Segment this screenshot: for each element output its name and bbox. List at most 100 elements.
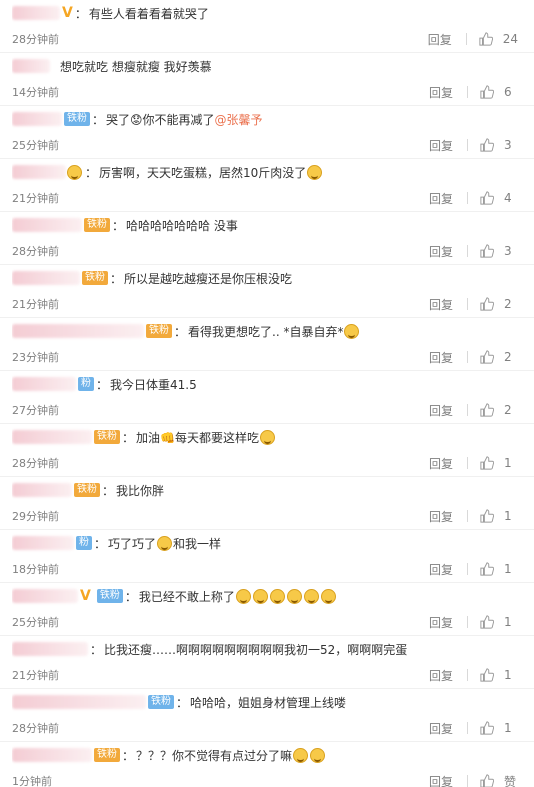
like-button[interactable]: 3 [480,138,518,152]
reply-button[interactable]: 回复 [429,773,453,787]
divider [465,33,467,45]
reply-button[interactable]: 回复 [429,720,453,737]
comment-text-tail: 和我一样 [173,536,222,551]
like-button[interactable]: 1 [480,668,518,682]
username[interactable]: 铁粉 [12,482,100,498]
username[interactable]: 铁粉 [12,694,174,710]
like-count: 1 [504,456,512,470]
comment-time: 23分钟前 [12,351,59,364]
comment-item: 粉 ： 巧了巧了 和我一样 18分钟前 回复 1 [0,530,534,583]
like-count: 2 [504,403,512,417]
like-count: 赞 [504,774,517,787]
comment-item: V 铁粉 ： 我已经不敢上称了 25分钟前 回复 1 [0,583,534,636]
like-button[interactable]: 2 [480,350,518,364]
username[interactable]: 铁粉 [12,429,120,445]
reply-button[interactable]: 回复 [429,84,453,101]
divider [467,775,468,787]
divider [467,669,468,681]
comment-text: 有些人看着看着就哭了 [88,6,209,21]
reply-button[interactable]: 回复 [429,561,453,578]
fan-badge: 铁粉 [82,271,108,285]
username[interactable] [12,641,88,657]
reply-button[interactable]: 回复 [429,614,453,631]
comment-time: 28分钟前 [12,33,59,46]
reply-button[interactable]: 回复 [429,349,453,366]
divider [467,139,468,151]
fan-badge: 粉 [78,377,94,391]
divider [467,192,468,204]
like-button[interactable]: 赞 [480,773,518,787]
reply-button[interactable]: 回复 [429,243,453,260]
comment-text: 所以是越吃越瘦还是你压根没吃 [124,271,293,286]
comment-time: 28分钟前 [12,457,59,470]
comment-time: 25分钟前 [12,139,59,152]
like-button[interactable]: 4 [480,191,518,205]
fan-badge: 铁粉 [64,112,90,126]
like-count: 1 [504,562,512,576]
reply-button[interactable]: 回复 [429,455,453,472]
comment-item: 铁粉 ： ？？？你不觉得有点过分了嘛 1分钟前 回复 赞 [0,742,534,787]
reply-button[interactable]: 回复 [429,402,453,419]
reply-button[interactable]: 回复 [429,667,453,684]
thumbs-up-icon [480,191,494,205]
username[interactable] [12,58,50,74]
thumbs-up-icon [480,509,494,523]
reply-button[interactable]: 回复 [429,137,453,154]
username[interactable] [12,164,83,180]
fan-badge: 铁粉 [74,483,100,497]
username[interactable]: 粉 [12,535,92,551]
username[interactable]: 铁粉 [12,323,172,339]
mention-link[interactable]: @张馨予 [215,111,263,128]
like-button[interactable]: 1 [480,721,518,735]
divider [467,616,468,628]
like-button[interactable]: 2 [480,403,518,417]
laugh-cry-emoji-icon [307,164,323,180]
comment-body: V ： 有些人看着看着就哭了 [12,0,534,26]
like-count: 24 [502,32,518,46]
reply-button[interactable]: 回复 [429,508,453,525]
like-button[interactable]: 1 [480,562,518,576]
like-button[interactable]: 24 [479,32,518,46]
divider [467,245,468,257]
fan-badge: 铁粉 [148,695,174,709]
like-count: 1 [504,615,512,629]
divider [467,298,468,310]
like-button[interactable]: 1 [480,509,518,523]
like-count: 6 [504,85,512,99]
reply-button[interactable]: 回复 [429,296,453,313]
thumbs-up-icon [480,774,494,787]
like-button[interactable]: 6 [480,85,518,99]
like-button[interactable]: 1 [480,615,518,629]
reply-button[interactable]: 回复 [428,31,452,48]
thumbs-up-icon [480,350,494,364]
username[interactable]: 铁粉 [12,270,108,286]
comment-item: V ： 有些人看着看着就哭了 28分钟前 回复 24 [0,0,534,53]
comment-time: 21分钟前 [12,298,59,311]
username[interactable]: 粉 [12,376,94,392]
like-count: 1 [504,721,512,735]
comment-item: 铁粉 ： 哭了😟你不能再减了 @张馨予 25分钟前 回复 3 [0,106,534,159]
comment-item: 铁粉 ： 所以是越吃越瘦还是你压根没吃 21分钟前 回复 2 [0,265,534,318]
comment-text: 哈哈哈，姐姐身材管理上线喽 [190,695,347,710]
username[interactable]: 铁粉 [12,747,120,763]
username[interactable]: 铁粉 [12,217,110,233]
glasses-face-emoji-icon [310,747,326,763]
username[interactable]: 铁粉 [12,111,90,127]
laughing-emoji-icon [157,535,173,551]
like-button[interactable]: 1 [480,456,518,470]
like-count: 1 [504,668,512,682]
divider [467,404,468,416]
thumbs-up-icon [480,456,494,470]
like-button[interactable]: 3 [480,244,518,258]
username[interactable]: V [12,5,73,21]
comment-text: 加油👊每天都要这样吃 [136,430,259,445]
comment-text: 看得我更想吃了.. *自暴自弃* [188,324,344,339]
reply-button[interactable]: 回复 [429,190,453,207]
cat-face-emoji-icon [293,747,309,763]
laugh-cry-emoji-icon [269,588,285,604]
comment-item: 铁粉 ： 加油👊每天都要这样吃 28分钟前 回复 1 [0,424,534,477]
comment-time: 28分钟前 [12,245,59,258]
comment-text: 我今日体重41.5 [110,377,197,392]
username[interactable]: V 铁粉 [12,588,123,604]
like-button[interactable]: 2 [480,297,518,311]
